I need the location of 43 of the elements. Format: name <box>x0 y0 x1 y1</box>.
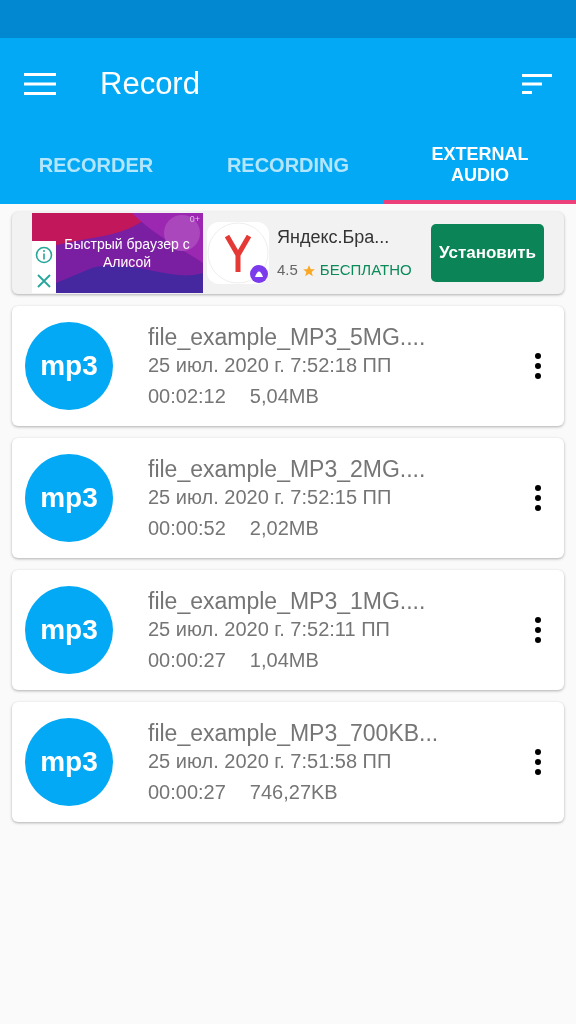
format-avatar: mp3 <box>25 718 113 806</box>
age-rating: 0+ <box>189 213 200 226</box>
file-duration: 00:00:27 <box>148 781 226 805</box>
format-avatar: mp3 <box>25 454 113 542</box>
tab[interactable]: EXTERNAL AUDIO <box>384 130 576 204</box>
app-logo-icon <box>207 222 269 284</box>
file-size: 1,04MB <box>249 649 319 673</box>
file-card[interactable]: mp3 file_example_MP3_700KB... 25 июл. 2020 г. 7:51:58 ПП 00:00:27 746,27KB <box>12 702 564 822</box>
more-icon[interactable] <box>535 353 541 379</box>
install-button[interactable]: Установить <box>430 224 544 282</box>
file-date: 25 июл. 2020 г. 7:52:11 ПП <box>148 618 391 642</box>
file-card[interactable]: mp3 file_example_MP3_2MG.... 25 июл. 2020 г. 7:52:15 ПП 00:00:52 2,02MB <box>12 438 564 558</box>
file-duration: 00:00:52 <box>148 517 226 541</box>
file-card[interactable]: mp3 file_example_MP3_5MG.... 25 июл. 2020 г. 7:52:18 ПП 00:02:12 5,04MB <box>12 306 564 426</box>
format-avatar: mp3 <box>25 322 113 410</box>
file-size: 746,27KB <box>249 781 338 805</box>
file-date: 25 июл. 2020 г. 7:52:15 ПП <box>148 486 393 510</box>
more-icon[interactable] <box>535 617 541 643</box>
format-avatar: mp3 <box>25 586 113 674</box>
file-size: 2,02MB <box>249 517 319 541</box>
file-date: 25 июл. 2020 г. 7:51:58 ПП <box>148 750 393 774</box>
app-price: БЕСПЛАТНО <box>319 260 412 281</box>
more-icon[interactable] <box>535 749 541 775</box>
close-icon[interactable] <box>36 272 52 289</box>
more-icon[interactable] <box>535 485 541 511</box>
menu-icon[interactable] <box>24 73 56 95</box>
star-icon <box>301 263 316 278</box>
file-name: file_example_MP3_2MG.... <box>148 455 426 483</box>
file-name: file_example_MP3_1MG.... <box>148 587 426 615</box>
file-size: 5,04MB <box>249 385 319 409</box>
toolbar-title: Record <box>100 64 200 103</box>
app-name: Яндекс.Бра... <box>277 226 391 250</box>
file-name: file_example_MP3_5MG.... <box>148 323 426 351</box>
file-card[interactable]: mp3 file_example_MP3_1MG.... 25 июл. 2020 г. 7:52:11 ПП 00:00:27 1,04MB <box>12 570 564 690</box>
ad-banner-text: Быстрый браузер с Алисой <box>63 235 191 272</box>
app-rating: 4.5 <box>277 260 298 281</box>
file-name: file_example_MP3_700KB... <box>148 719 439 747</box>
sort-icon[interactable] <box>522 74 552 94</box>
file-duration: 00:00:27 <box>148 649 226 673</box>
file-duration: 00:02:12 <box>148 385 226 409</box>
file-date: 25 июл. 2020 г. 7:52:18 ПП <box>148 354 393 378</box>
ad-choices[interactable] <box>32 241 56 293</box>
info-icon[interactable] <box>35 245 53 264</box>
